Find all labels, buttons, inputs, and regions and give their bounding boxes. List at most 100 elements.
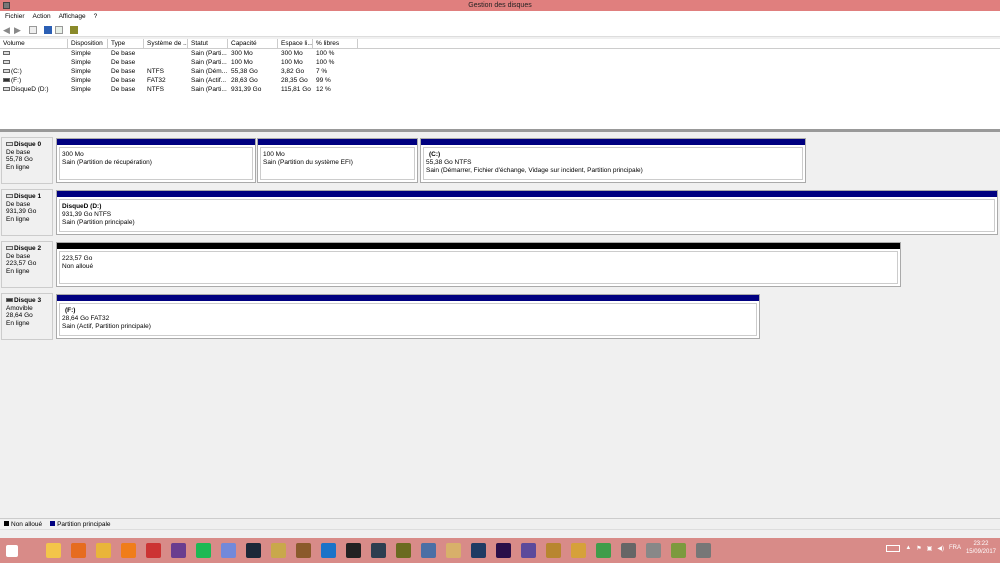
partition-bar (258, 139, 417, 145)
taskbar-app-icon[interactable] (196, 543, 211, 558)
partition-bar (57, 191, 997, 197)
taskbar-app-icon[interactable] (171, 543, 186, 558)
disk-status: En ligne (6, 215, 30, 223)
disk-name: Disque 2 (14, 245, 42, 252)
taskbar-app-icon[interactable] (646, 543, 661, 558)
taskbar-app-icon[interactable] (46, 543, 61, 558)
flag-icon[interactable]: ⚑ (916, 545, 921, 552)
menu-affichage[interactable]: Affichage (59, 11, 86, 23)
col-percent-free[interactable]: % libres (313, 39, 358, 48)
taskbar-app-icon[interactable] (496, 543, 511, 558)
partition-bar (57, 295, 759, 301)
clock[interactable]: 23:22 15/09/2017 (966, 540, 996, 556)
volume-row[interactable]: Simple De base Sain (Parti... 100 Mo 100 Mo 1… (0, 58, 1000, 67)
title-bar: Gestion des disques (0, 0, 1000, 11)
cell: 99 % (313, 76, 358, 85)
taskbar-app-icon[interactable] (571, 543, 586, 558)
console-tree-icon[interactable] (29, 25, 37, 34)
col-capacity[interactable]: Capacité (228, 39, 278, 48)
cell-text: Sain (Actif... (191, 77, 227, 84)
disk-size: 55,78 Go (6, 156, 33, 163)
partition-bar (421, 139, 805, 145)
disk-row: Disque 3 Amovible 28,64 Go En ligne (F:) 28,6… (0, 291, 1000, 340)
partition[interactable]: (C:) 55,38 Go NTFS Sain (Démarrer, Fichier… (420, 138, 806, 183)
cell: Sain (Actif... (188, 76, 228, 85)
cell-text: De base (111, 68, 136, 75)
disk-icon (6, 246, 13, 251)
cell-text: De base (111, 77, 136, 84)
cell-text: DisqueD (D:) (11, 86, 49, 93)
partition[interactable]: 100 Mo Sain (Partition du système EFI) (257, 138, 418, 183)
taskbar-app-icon[interactable] (621, 543, 636, 558)
network-icon[interactable]: ▣ (927, 545, 933, 552)
volume-row[interactable]: (F:) Simple De base FAT32 Sain (Actif... 28,6… (0, 76, 1000, 85)
partition[interactable]: 300 Mo Sain (Partition de récupération) (56, 138, 256, 183)
cell-text: 300 Mo (281, 50, 303, 57)
volume-row[interactable]: DisqueD (D:) Simple De base NTFS Sain (Parti… (0, 85, 1000, 94)
partition[interactable]: (F:) 28,64 Go FAT32 Sain (Actif, Partition… (56, 294, 760, 339)
disk-action-icon[interactable] (70, 25, 78, 34)
volume-row[interactable]: Simple De base Sain (Parti... 300 Mo 300 Mo 1… (0, 49, 1000, 58)
partition[interactable]: DisqueD (D:) 931,39 Go NTFS Sain (Partitio… (56, 190, 998, 235)
taskbar-app-icon[interactable] (696, 543, 711, 558)
taskbar-app-icon[interactable] (246, 543, 261, 558)
taskbar-app-icon[interactable] (521, 543, 536, 558)
cell: De base (108, 49, 144, 58)
taskbar-app-icon[interactable] (271, 543, 286, 558)
start-icon[interactable] (6, 544, 18, 557)
cell-text: 7 % (316, 68, 328, 75)
back-icon[interactable]: ◀ (3, 25, 11, 34)
keyboard-icon[interactable] (886, 544, 901, 552)
volume-row[interactable]: (C:) Simple De base NTFS Sain (Dém... 55,38 G… (0, 67, 1000, 76)
taskbar-app-icon[interactable] (371, 543, 386, 558)
col-filesystem[interactable]: Système de ... (144, 39, 188, 48)
disk-label[interactable]: Disque 2 De base 223,57 Go En ligne (1, 241, 53, 288)
partition-size: 300 Mo (62, 151, 84, 158)
taskbar-app-icon[interactable] (396, 543, 411, 558)
partition-info: (F:) 28,64 Go FAT32 Sain (Actif, Partition… (59, 303, 757, 336)
menu-fichier[interactable]: Fichier (5, 11, 25, 23)
date: 15/09/2017 (965, 549, 996, 555)
forward-icon[interactable]: ▶ (14, 25, 22, 34)
unallocated-space[interactable]: 223,57 Go Non alloué (56, 242, 901, 287)
taskbar-app-icon[interactable] (471, 543, 486, 558)
disk-label[interactable]: Disque 1 De base 931,39 Go En ligne (1, 189, 53, 236)
taskbar-app-icon[interactable] (121, 543, 136, 558)
cell-text: De base (111, 50, 136, 57)
disk-label[interactable]: Disque 3 Amovible 28,64 Go En ligne (1, 293, 53, 340)
partition-size: 931,39 Go NTFS (62, 211, 112, 218)
taskbar-app-icon[interactable] (96, 543, 111, 558)
taskbar-app-icon[interactable] (596, 543, 611, 558)
taskbar-app-icon[interactable] (71, 543, 86, 558)
cell-text: Simple (71, 59, 91, 66)
show-hidden-icon[interactable]: ▲ (905, 545, 911, 551)
help-icon[interactable] (44, 25, 52, 34)
volume-icon[interactable]: ◀) (937, 545, 944, 552)
menu-action[interactable]: Action (33, 11, 51, 23)
status-bar (0, 529, 1000, 538)
col-free-space[interactable]: Espace li... (278, 39, 313, 48)
taskbar-app-icon[interactable] (321, 543, 336, 558)
taskbar-app-icon[interactable] (546, 543, 561, 558)
taskbar-app-icon[interactable] (421, 543, 436, 558)
taskbar-app-icon[interactable] (346, 543, 361, 558)
disk-label[interactable]: Disque 0 De base 55,78 Go En ligne (1, 137, 53, 184)
legend-swatch (50, 521, 56, 527)
taskbar-app-icon[interactable] (296, 543, 311, 558)
taskbar-app-icon[interactable] (671, 543, 686, 558)
properties-icon[interactable] (55, 25, 63, 34)
col-status[interactable]: Statut (188, 39, 228, 48)
cell: (F:) (0, 76, 68, 85)
col-volume[interactable]: Volume (0, 39, 68, 48)
taskbar-app-icon[interactable] (146, 543, 161, 558)
cell: De base (108, 85, 144, 94)
col-disposition[interactable]: Disposition (68, 39, 108, 48)
cell-text: 931,39 Go (231, 86, 262, 93)
language-indicator[interactable]: FRA (949, 545, 961, 551)
col-type[interactable]: Type (108, 39, 144, 48)
taskbar-app-icon[interactable] (221, 543, 236, 558)
menu-help[interactable]: ? (94, 11, 98, 23)
cell: Sain (Parti... (188, 58, 228, 67)
system-tray: ▲ ⚑ ▣ ◀) FRA 23:22 15/09/2017 (886, 540, 996, 556)
taskbar-app-icon[interactable] (446, 543, 461, 558)
